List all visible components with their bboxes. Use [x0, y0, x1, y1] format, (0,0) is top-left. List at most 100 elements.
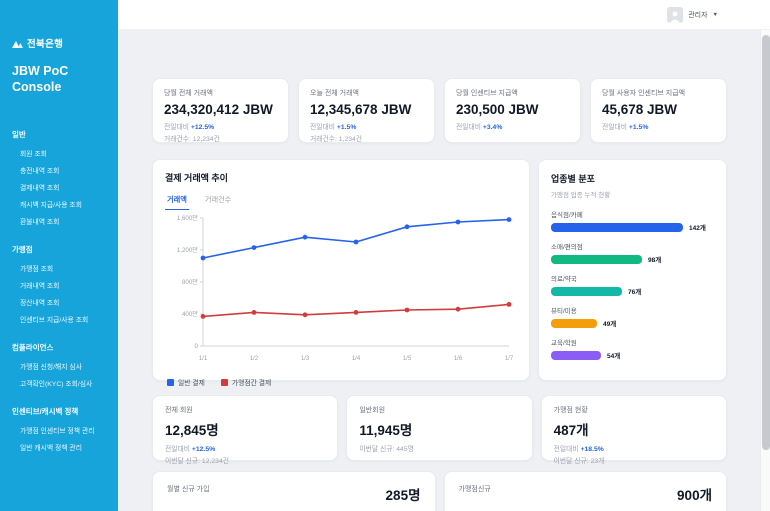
svg-text:1/3: 1/3: [301, 356, 310, 362]
kpi-card-change-value: +3.4%: [483, 124, 502, 131]
member-card-change: 전일대비 +18.5%: [554, 443, 714, 453]
sidebar-item[interactable]: 결제내역 조회: [12, 178, 108, 195]
industry-bar-row: 98개: [551, 254, 714, 264]
sidebar-section-title: 인센티브/캐시백 정책: [12, 406, 108, 417]
sidebar-section-title: 가맹점: [12, 244, 108, 255]
main-content: 당월 전체 거래액234,320,412 JBW전일대비 +12.5%거래건수:…: [118, 30, 770, 511]
industry-bar-row: 49개: [551, 318, 714, 328]
svg-text:800만: 800만: [182, 278, 198, 286]
kpi-card: 오늘 전체 거래액12,345,678 JBW전일대비 +1.5%거래건수: 1…: [298, 78, 435, 143]
sidebar-item[interactable]: 고객확인(KYC) 조회/심사: [12, 374, 108, 391]
member-card-change: 전일대비 +12.5%: [165, 443, 325, 453]
kpi-card-label: 당월 사용자 인센티브 지급액: [602, 88, 715, 98]
bottom-card-right: 900개이번달 신규: 23개: [661, 484, 712, 511]
bottom-card-value: 285명: [370, 484, 421, 504]
member-card: 전체 회원12,845명전일대비 +12.5%이번달 신규: 12,234건: [152, 395, 338, 461]
svg-text:1/7: 1/7: [505, 356, 514, 362]
industry-bar-category: 뷰티/미용: [551, 305, 714, 315]
sidebar-item[interactable]: 가맹점 조회: [12, 259, 108, 276]
kpi-card-change-value: +1.5%: [337, 124, 356, 131]
member-card-label: 가맹점 현황: [554, 405, 714, 415]
chart-tabs: 거래액 거래건수: [165, 193, 517, 210]
kpi-card-label: 오늘 전체 거래액: [310, 88, 423, 98]
user-avatar-icon: [667, 7, 683, 23]
svg-text:1/4: 1/4: [352, 356, 361, 362]
member-card: 일반회원 11,945명이번달 신규: 445명: [346, 395, 532, 461]
sidebar-section-title: 컴플라이언스: [12, 342, 108, 353]
industry-chart-subtitle: 가맹점 업종 누적 현황: [551, 189, 714, 199]
sidebar-item[interactable]: 가맹점 신청/해지 심사: [12, 357, 108, 374]
member-card-sub: 이번달 신규: 12,234건: [165, 455, 325, 465]
industry-bar-group: 뷰티/미용 49개: [551, 305, 714, 328]
svg-text:400만: 400만: [182, 310, 198, 318]
tab-거래건수[interactable]: 거래건수: [203, 193, 233, 210]
kpi-card-sub: 거래건수: 1,234건: [310, 133, 423, 143]
industry-bar-category: 소매/편의점: [551, 241, 714, 251]
sidebar-item[interactable]: 환불내역 조회: [12, 212, 108, 229]
kpi-card-change-label: 전일대비: [164, 124, 191, 131]
sidebar-item[interactable]: 회원 조회: [12, 144, 108, 161]
bottom-card-value: 900개: [661, 484, 712, 504]
kpi-card-sub: 거래건수: 12,234건: [164, 133, 277, 143]
bottom-row: 월별 신규 가입285명이번달 신규: 23명가맹점신규900개이번달 신규: …: [152, 471, 727, 511]
sidebar-item[interactable]: 거래내역 조회: [12, 276, 108, 293]
kpi-card-label: 당월 인센티브 지급액: [456, 88, 569, 98]
industry-bar: [551, 223, 683, 232]
sidebar-nav: 일반회원 조회충전내역 조회결제내역 조회캐시백 지급/사용 조회환불내역 조회…: [12, 129, 108, 455]
kpi-card: 당월 인센티브 지급액 230,500 JBW 전일대비 +3.4%: [444, 78, 581, 143]
industry-bar-count: 54개: [607, 350, 620, 360]
kpi-card-change: 전일대비 +12.5%: [164, 121, 277, 131]
tab-거래액[interactable]: 거래액: [165, 193, 189, 210]
industry-bar: [551, 351, 601, 360]
legend-swatch: [221, 379, 228, 386]
legend-swatch: [167, 379, 174, 386]
svg-text:1/5: 1/5: [403, 356, 412, 362]
svg-text:1/6: 1/6: [454, 356, 463, 362]
svg-text:1/2: 1/2: [250, 356, 259, 362]
member-card-value: 487개: [554, 419, 714, 439]
member-card-value: 11,945명: [359, 419, 519, 439]
sidebar-section-title: 일반: [12, 129, 108, 140]
kpi-card-value: 230,500 JBW: [456, 102, 569, 117]
industry-bar-row: 54개: [551, 350, 714, 360]
member-card-label: 일반회원: [359, 405, 519, 415]
scrollbar-thumb[interactable]: [762, 35, 770, 450]
sidebar-item[interactable]: 충전내역 조회: [12, 161, 108, 178]
industry-bar: [551, 255, 642, 264]
kpi-card-label: 당월 전체 거래액: [164, 88, 277, 98]
industry-bar-group: 음식점/카페142개: [551, 209, 714, 232]
industry-bar-group: 소매/편의점 98개: [551, 241, 714, 264]
industry-bar-count: 49개: [603, 318, 616, 328]
charts-row: 결제 거래액 추이 거래액거래건수 0400만800만1,200만1,600만1…: [152, 159, 727, 381]
member-card-sub: 이번달 신규: 445명: [359, 443, 519, 453]
svg-text:1,200만: 1,200만: [177, 246, 198, 254]
sidebar-item[interactable]: 일반 캐시백 정책 관리: [12, 438, 108, 455]
industry-bar-count: 98개: [648, 254, 661, 264]
industry-bar: [551, 287, 622, 296]
industry-bar-count: 76개: [628, 286, 641, 296]
industry-bar-category: 교육/학원: [551, 337, 714, 347]
member-card-change-label: 전일대비: [165, 446, 192, 453]
kpi-card-change-value: +1.5%: [629, 124, 648, 131]
sidebar: 전북은행 JBW PoC Console 일반회원 조회충전내역 조회결제내역 …: [0, 0, 118, 511]
kpi-card-change: 전일대비 +3.4%: [456, 121, 569, 131]
sidebar-item[interactable]: 가맹점 인센티브 정책 관리: [12, 421, 108, 438]
trend-chart-card: 결제 거래액 추이 거래액거래건수 0400만800만1,200만1,600만1…: [152, 159, 530, 381]
sidebar-item[interactable]: 캐시백 지급/사용 조회: [12, 195, 108, 212]
bottom-card: 가맹점신규 900개이번달 신규: 23개: [444, 471, 728, 511]
bottom-card-label: 가맹점신규: [459, 484, 491, 494]
member-card-change-value: +12.5%: [192, 446, 215, 453]
app-title-line2: Console: [12, 80, 108, 96]
user-menu[interactable]: 관리자 ▼: [667, 7, 718, 23]
sidebar-item[interactable]: 인센티브 지급/사용 조회: [12, 310, 108, 327]
user-name: 관리자: [688, 10, 707, 20]
member-row: 전체 회원12,845명전일대비 +12.5%이번달 신규: 12,234건일반…: [152, 395, 727, 461]
legend-label: 가맹점간 결제: [232, 377, 271, 387]
sidebar-item[interactable]: 정산내역 조회: [12, 293, 108, 310]
industry-bars: 음식점/카페142개소매/편의점 98개의료/약국76개뷰티/미용 49개교육/학원…: [551, 209, 714, 360]
legend-item: 일반 결제: [167, 377, 205, 387]
kpi-card: 당월 전체 거래액234,320,412 JBW전일대비 +12.5%거래건수:…: [152, 78, 289, 143]
chart-legend: 일반 결제 가맹점간 결제: [165, 377, 517, 387]
app-window: 전북은행 JBW PoC Console 일반회원 조회충전내역 조회결제내역 …: [0, 0, 770, 511]
industry-bar-group: 의료/약국76개: [551, 273, 714, 296]
